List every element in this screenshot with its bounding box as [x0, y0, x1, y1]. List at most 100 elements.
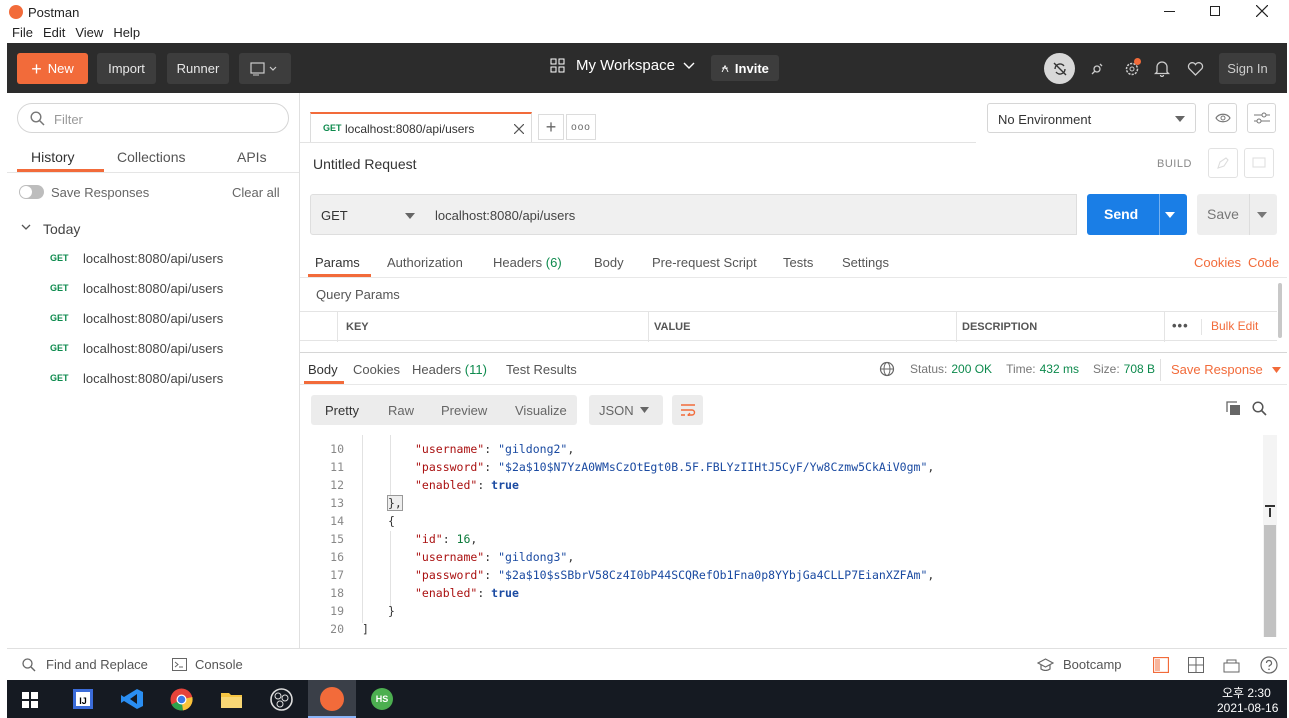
- history-item[interactable]: GET localhost:8080/api/users: [7, 303, 299, 333]
- two-pane-layout-icon[interactable]: [1153, 657, 1169, 673]
- tab-headers[interactable]: Headers (6): [493, 255, 562, 270]
- response-tab-headers[interactable]: Headers (11): [412, 362, 487, 377]
- tab-settings[interactable]: Settings: [842, 255, 889, 270]
- request-tab[interactable]: GET localhost:8080/api/users: [310, 112, 532, 143]
- vscode-icon[interactable]: [120, 688, 144, 710]
- tab-tests[interactable]: Tests: [783, 255, 813, 270]
- tab-authorization[interactable]: Authorization: [387, 255, 463, 270]
- response-tab-cookies[interactable]: Cookies: [353, 362, 400, 377]
- caret-down-icon[interactable]: [1257, 212, 1267, 218]
- manage-environments-button[interactable]: [1247, 103, 1276, 133]
- time-value[interactable]: 432 ms: [1040, 362, 1079, 376]
- view-raw[interactable]: Raw: [388, 403, 414, 418]
- history-item[interactable]: GET localhost:8080/api/users: [7, 333, 299, 363]
- file-explorer-icon[interactable]: [220, 690, 243, 709]
- send-button[interactable]: Send: [1087, 194, 1187, 235]
- history-group-today[interactable]: Today: [7, 213, 299, 243]
- method-select[interactable]: GET: [310, 194, 425, 235]
- heart-icon[interactable]: [1187, 61, 1204, 76]
- intellij-icon[interactable]: IJ: [73, 689, 93, 709]
- code-link[interactable]: Code: [1248, 255, 1279, 270]
- tab-options-icon[interactable]: ooo: [566, 114, 596, 140]
- save-response-button[interactable]: Save Response: [1171, 362, 1281, 377]
- view-preview[interactable]: Preview: [441, 403, 487, 418]
- hs-app-icon[interactable]: HS: [371, 688, 393, 710]
- history-item[interactable]: GET localhost:8080/api/users: [7, 363, 299, 393]
- menu-view[interactable]: View: [75, 25, 103, 40]
- taskbar-date[interactable]: 2021-08-16: [1217, 701, 1278, 715]
- close-tab-icon[interactable]: [514, 124, 524, 134]
- find-replace-button[interactable]: Find and Replace: [22, 657, 148, 672]
- bootcamp-button[interactable]: Bootcamp: [1037, 657, 1122, 672]
- url-input[interactable]: localhost:8080/api/users: [424, 194, 1077, 235]
- size-value[interactable]: 708 B: [1124, 362, 1155, 376]
- edit-pencil-icon[interactable]: [1208, 148, 1238, 178]
- tab-history[interactable]: History: [31, 149, 75, 165]
- copy-icon[interactable]: [1226, 401, 1241, 416]
- response-tab-body[interactable]: Body: [308, 362, 338, 377]
- taskbar-time[interactable]: 오후 2:30: [1222, 684, 1271, 701]
- tab-pre-request-script[interactable]: Pre-request Script: [652, 255, 757, 270]
- environment-select[interactable]: No Environment: [987, 103, 1196, 133]
- environment-quick-look-button[interactable]: [1208, 103, 1237, 133]
- tab-collections[interactable]: Collections: [117, 149, 185, 165]
- json-value: true: [491, 586, 519, 600]
- more-options-icon[interactable]: •••: [1172, 318, 1189, 333]
- clear-all-button[interactable]: Clear all: [232, 185, 280, 200]
- obs-icon[interactable]: [270, 688, 293, 711]
- save-responses-toggle[interactable]: [19, 185, 44, 199]
- history-item[interactable]: GET localhost:8080/api/users: [7, 273, 299, 303]
- minimize-icon[interactable]: [1164, 11, 1175, 12]
- console-button[interactable]: Console: [172, 657, 243, 672]
- workspace-switcher[interactable]: My Workspace: [550, 57, 695, 74]
- menu-edit[interactable]: Edit: [43, 25, 65, 40]
- format-select[interactable]: JSON: [589, 395, 663, 425]
- request-scrollbar[interactable]: [1278, 283, 1282, 338]
- trash-icon[interactable]: [1223, 657, 1240, 673]
- tab-params[interactable]: Params: [315, 255, 360, 270]
- response-body-editor[interactable]: 10 "username": "gildong2", 11 "password"…: [300, 435, 1260, 643]
- import-button[interactable]: Import: [97, 53, 156, 84]
- sync-off-icon[interactable]: [1044, 53, 1075, 84]
- search-icon[interactable]: [1252, 401, 1267, 416]
- bell-icon[interactable]: [1154, 60, 1170, 77]
- caret-down-icon[interactable]: [1165, 212, 1175, 218]
- restore-icon[interactable]: [1210, 6, 1220, 16]
- windows-start-icon[interactable]: [22, 692, 38, 708]
- runner-button[interactable]: Runner: [167, 53, 229, 84]
- menu-help[interactable]: Help: [113, 25, 140, 40]
- view-pretty[interactable]: Pretty: [325, 403, 359, 418]
- splitter[interactable]: [300, 352, 1287, 353]
- comment-icon[interactable]: [1244, 148, 1274, 178]
- new-button[interactable]: + New: [17, 53, 88, 84]
- request-title[interactable]: Untitled Request: [313, 156, 417, 172]
- response-scrollbar[interactable]: [1263, 435, 1277, 637]
- scroll-top-icon[interactable]: [1264, 505, 1276, 517]
- history-item[interactable]: GET localhost:8080/api/users: [7, 243, 299, 273]
- scrollbar-thumb[interactable]: [1264, 525, 1276, 637]
- invite-button[interactable]: ⍲ Invite: [711, 55, 779, 81]
- sign-in-button[interactable]: Sign In: [1219, 53, 1276, 84]
- new-window-button[interactable]: [239, 53, 291, 84]
- settings-gear-icon[interactable]: [1124, 58, 1141, 77]
- view-visualize[interactable]: Visualize: [515, 403, 567, 418]
- help-icon[interactable]: [1260, 656, 1278, 674]
- taskbar-active-app[interactable]: [308, 680, 356, 718]
- close-window-icon[interactable]: [1256, 5, 1268, 17]
- bulk-edit-link[interactable]: Bulk Edit: [1211, 319, 1258, 333]
- wrap-lines-button[interactable]: [672, 395, 703, 425]
- save-button[interactable]: Save: [1197, 194, 1277, 235]
- response-tab-test-results[interactable]: Test Results: [506, 362, 577, 377]
- menu-file[interactable]: File: [12, 25, 33, 40]
- keyboard-shortcuts-icon[interactable]: [1188, 657, 1204, 673]
- chrome-icon[interactable]: [170, 688, 193, 711]
- line-number: 14: [330, 514, 344, 528]
- new-tab-button[interactable]: +: [538, 114, 564, 140]
- status-value[interactable]: 200 OK: [951, 362, 992, 376]
- satellite-icon[interactable]: [1089, 61, 1105, 77]
- indent-guide: [390, 531, 391, 607]
- tab-body[interactable]: Body: [594, 255, 624, 270]
- filter-input[interactable]: Filter: [17, 103, 289, 133]
- cookies-link[interactable]: Cookies: [1194, 255, 1241, 270]
- tab-apis[interactable]: APIs: [237, 149, 267, 165]
